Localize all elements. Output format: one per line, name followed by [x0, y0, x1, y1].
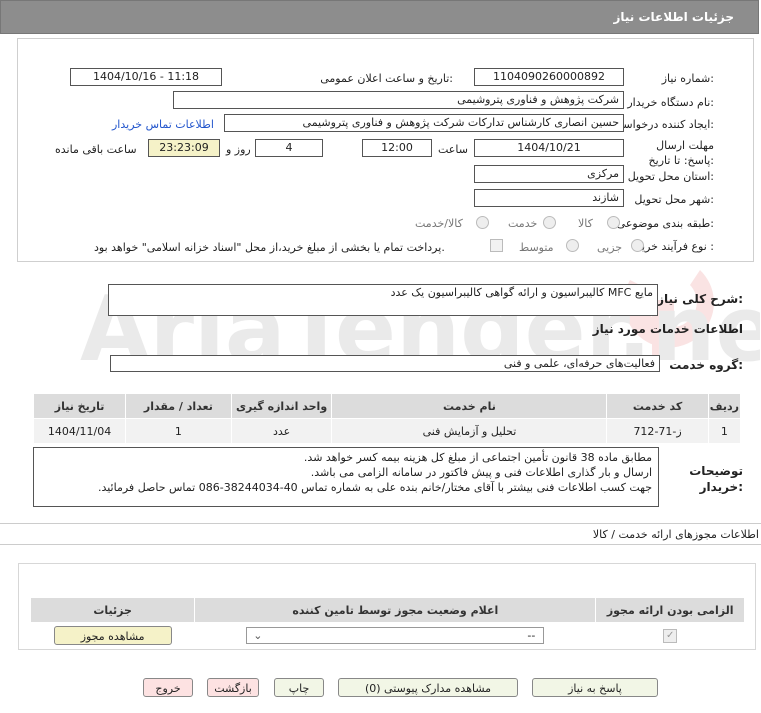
col-permit-required: الزامی بودن ارائه مجوز	[595, 597, 745, 623]
buyer-note-line: جهت کسب اطلاعات فنی بیشتر با آقای مختار/…	[97, 481, 652, 494]
payment-note: پرداخت تمام یا بخشی از مبلغ خرید،از محل …	[94, 241, 445, 254]
city-label: شهر محل تحویل:	[634, 193, 714, 206]
treasury-payment-checkbox[interactable]	[490, 239, 503, 252]
permits-header-row: جزئیات اعلام وضعیت مجوز توسط تامین کننده…	[29, 597, 745, 623]
cell-service-name: تحلیل و آزمایش فنی	[331, 418, 608, 444]
permits-title: اطلاعات مجوزهای ارائه خدمت / کالا	[592, 528, 759, 541]
view-attachments-button[interactable]: مشاهده مدارک پیوستی (0)	[338, 678, 518, 697]
category-radio-goods[interactable]	[607, 216, 620, 229]
deadline-date-field[interactable]: 1404/10/21	[474, 139, 624, 157]
province-label: استان محل تحویل:	[627, 170, 714, 183]
category-goods-service-label: کالا/خدمت	[415, 217, 463, 230]
col-need-date: تاریخ نیاز	[32, 393, 127, 419]
announce-label: تاریخ و ساعت اعلان عمومی:	[320, 72, 453, 85]
buyer-org-label: نام دستگاه خریدار:	[627, 96, 714, 109]
process-radio-medium[interactable]	[566, 239, 579, 252]
table-header-row: تاریخ نیاز تعداد / مقدار واحد اندازه گیر…	[32, 393, 742, 419]
need-number-field[interactable]: 1104090260000892	[474, 68, 624, 86]
category-service-label: خدمت	[508, 217, 538, 230]
chevron-down-icon: ⌄	[253, 628, 263, 642]
process-medium-label: متوسط	[519, 241, 554, 254]
cell-permit-required: ✓	[595, 622, 745, 648]
announce-field[interactable]: 1404/10/16 - 11:18	[70, 68, 222, 86]
col-unit: واحد اندازه گیری	[230, 393, 333, 419]
buyer-notes-field[interactable]: مطابق ماده 38 قانون تأمین اجتماعی از مبل…	[33, 447, 659, 507]
remaining-label: ساعت باقی مانده	[55, 143, 137, 156]
city-field[interactable]: شازند	[474, 189, 624, 207]
permit-required-checkbox: ✓	[663, 628, 678, 643]
exit-button[interactable]: خروج	[143, 678, 193, 697]
cell-details: مشاهده مجوز	[29, 622, 196, 648]
cell-row: 1	[707, 418, 742, 444]
page-title: جزئیات اطلاعات نیاز	[613, 10, 734, 24]
category-label: طبقه بندی موضوعی:	[616, 217, 714, 230]
permits-table: جزئیات اعلام وضعیت مجوز توسط تامین کننده…	[29, 597, 745, 648]
category-radio-goods-service[interactable]	[476, 216, 489, 229]
process-radio-minor[interactable]	[631, 239, 644, 252]
process-label: نوع فرآیند خرید :	[636, 240, 714, 253]
description-field[interactable]: کالیبراسیون و ارائه گواهی کالیبراسیون یک…	[108, 284, 658, 316]
category-goods-label: کالا	[578, 217, 593, 230]
time-label: ساعت	[438, 143, 468, 156]
section-divider	[0, 544, 761, 545]
deadline-time-field[interactable]: 12:00	[362, 139, 432, 157]
col-permit-status: اعلام وضعیت مجوز توسط تامین کننده	[194, 597, 597, 623]
cell-unit: عدد	[230, 418, 333, 444]
col-service-code: کد خدمت	[606, 393, 709, 419]
contact-buyer-link[interactable]: اطلاعات تماس خریدار	[112, 118, 214, 131]
col-details: جزئیات	[29, 597, 196, 623]
process-minor-label: جزیی	[597, 241, 623, 254]
days-label: روز و	[226, 143, 251, 156]
province-field[interactable]: مرکزی	[474, 165, 624, 183]
back-button[interactable]: بازگشت	[207, 678, 259, 697]
title-bar: جزئیات اطلاعات نیاز	[0, 0, 759, 34]
buyer-note-line: مطابق ماده 38 قانون تأمین اجتماعی از مبل…	[303, 451, 652, 464]
col-row: ردیف	[707, 393, 742, 419]
creator-field[interactable]: حسین انصاری کارشناس تدارکات شرکت پژوهش و…	[224, 114, 624, 132]
services-table: تاریخ نیاز تعداد / مقدار واحد اندازه گیر…	[32, 393, 742, 444]
buyer-org-field[interactable]: شرکت پژوهش و فناوری پتروشیمی	[173, 91, 624, 109]
cell-permit-status: -- ⌄	[194, 622, 597, 648]
service-group-field[interactable]: فعالیت‌های حرفه‌ای، علمی و فنی	[110, 355, 660, 372]
buyer-note-line: ارسال و بار گذاری اطلاعات فنی و پیش فاکت…	[310, 466, 652, 479]
section-divider	[0, 523, 761, 524]
service-group-label: گروه خدمت:	[669, 358, 743, 372]
cell-service-code: ز-71-712	[606, 418, 709, 444]
days-field[interactable]: 4	[255, 139, 323, 157]
cell-need-date: 1404/11/04	[32, 418, 127, 444]
description-label: شرح کلی نیاز:	[657, 292, 743, 306]
creator-label: ایجاد کننده درخواست:	[612, 118, 714, 131]
category-radio-service[interactable]	[543, 216, 556, 229]
col-quantity: تعداد / مقدار	[125, 393, 232, 419]
reply-button[interactable]: پاسخ به نیاز	[532, 678, 658, 697]
services-info-title: اطلاعات خدمات مورد نیاز	[592, 322, 743, 336]
permit-status-value: --	[527, 628, 536, 642]
print-button[interactable]: چاپ	[274, 678, 324, 697]
cell-quantity: 1	[125, 418, 232, 444]
col-service-name: نام خدمت	[331, 393, 608, 419]
deadline-label: مهلت ارسال پاسخ: تا تاریخ:	[648, 139, 714, 167]
remaining-time-field: 23:23:09	[148, 139, 220, 157]
need-number-label: شماره نیاز:	[661, 72, 714, 85]
permit-status-select[interactable]: -- ⌄	[246, 626, 545, 644]
table-row: مشاهده مجوز -- ⌄ ✓	[29, 622, 745, 648]
buyer-notes-label: توضیحات خریدار:	[689, 464, 743, 494]
table-row: 1404/11/04 1 عدد تحلیل و آزمایش فنی ز-71…	[32, 418, 742, 444]
view-permit-button[interactable]: مشاهده مجوز	[53, 625, 172, 645]
